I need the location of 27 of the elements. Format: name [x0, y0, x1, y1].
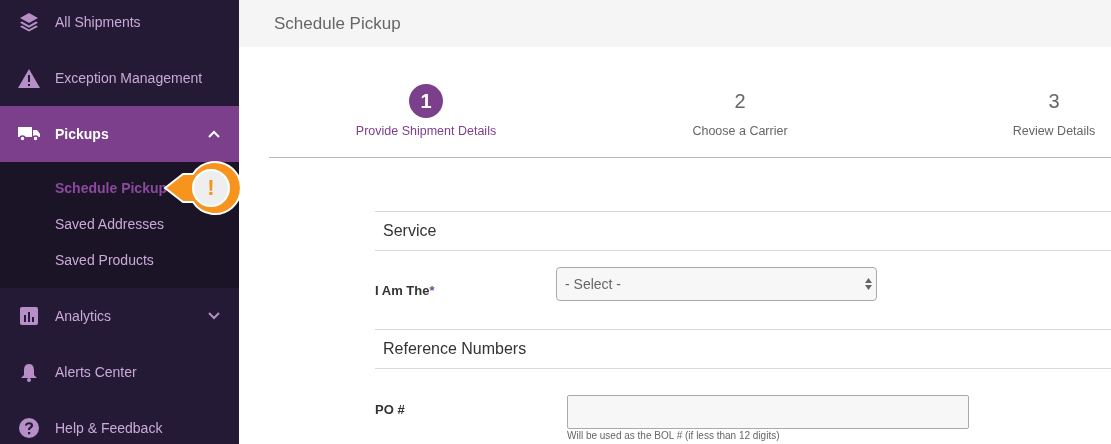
select-dropdown[interactable]: - Select -	[556, 267, 877, 301]
sort-arrows-icon	[865, 278, 872, 290]
sidebar-item[interactable]: Help & Feedback	[0, 400, 239, 444]
sidebar-item[interactable]: Pickups	[0, 106, 239, 162]
section-heading: Service	[375, 211, 1111, 251]
submenu-item[interactable]: Saved Addresses	[55, 206, 164, 242]
wizard-step[interactable]: 3 Review Details	[897, 84, 1111, 138]
bell-icon	[21, 362, 37, 382]
sidebar-item[interactable]: All Shipments	[0, 0, 239, 50]
field-label: PO #	[375, 402, 406, 419]
input-field[interactable]	[567, 395, 969, 429]
page-title: Schedule Pickup	[274, 13, 401, 34]
exclamation-mark: !	[206, 175, 216, 201]
warning-icon	[18, 68, 40, 88]
layers-icon	[19, 12, 39, 32]
field-label: I Am The*	[375, 282, 436, 298]
submenu-item[interactable]: Saved Products	[55, 242, 154, 278]
section-heading: Reference Numbers	[375, 329, 1111, 369]
wizard-step[interactable]: 2 Choose a Carrier	[583, 84, 897, 138]
help-icon	[19, 418, 39, 438]
wizard-step[interactable]: 1 Provide Shipment Details	[269, 84, 583, 138]
sidebar-item[interactable]: Exception Management	[0, 50, 239, 106]
field-hint: Will be used as the BOL # (if less than 12 digits)	[567, 430, 781, 441]
bar-chart-icon	[20, 307, 38, 325]
truck-icon	[18, 126, 40, 142]
sidebar-item[interactable]: Alerts Center	[0, 344, 239, 400]
sidebar-item[interactable]: Analytics	[0, 288, 239, 344]
